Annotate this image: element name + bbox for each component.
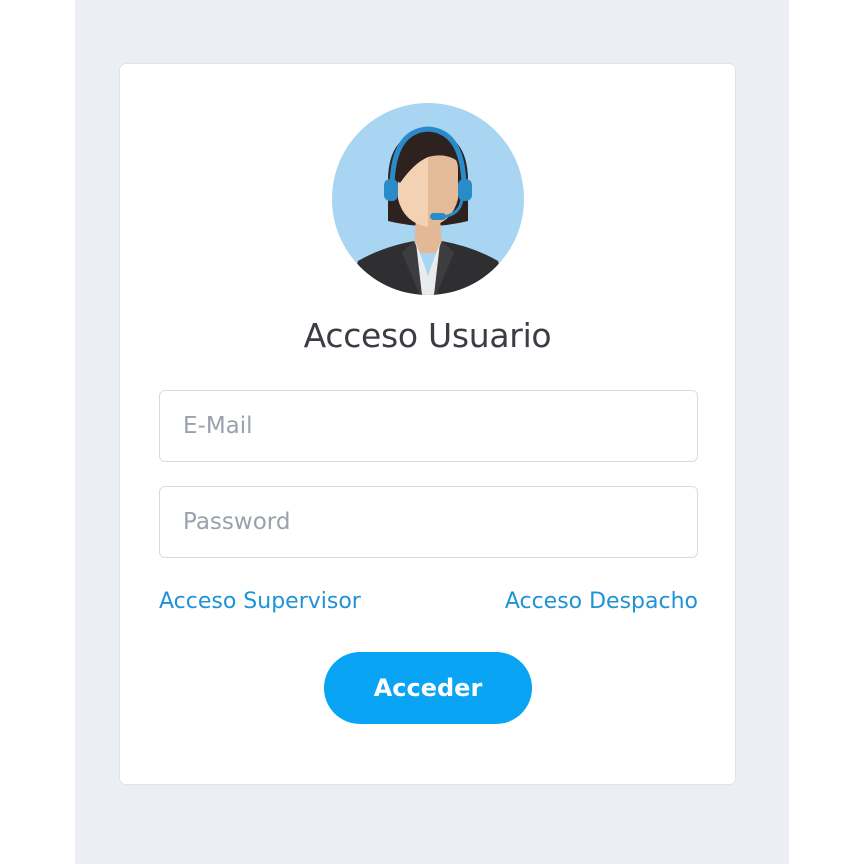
supervisor-access-link[interactable]: Acceso Supervisor <box>159 585 361 619</box>
login-card: Acceso Usuario Acceso Supervisor Acceso … <box>119 63 736 785</box>
password-field[interactable] <box>159 486 698 558</box>
operator-headset-avatar-icon <box>332 103 524 295</box>
email-field[interactable] <box>159 390 698 462</box>
page-title: Acceso Usuario <box>303 316 552 355</box>
dispatch-access-link[interactable]: Acceso Despacho <box>505 585 698 619</box>
submit-button[interactable]: Acceder <box>324 652 532 724</box>
page: Acceso Usuario Acceso Supervisor Acceso … <box>0 0 864 864</box>
